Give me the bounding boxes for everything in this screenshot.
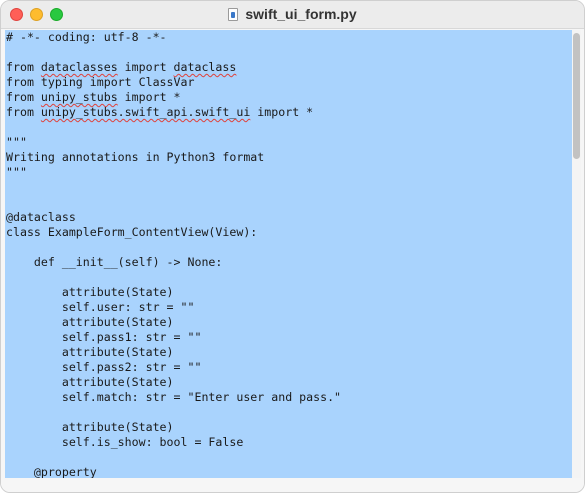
title-bar[interactable]: swift_ui_form.py — [1, 1, 584, 29]
code-line[interactable]: self.is_show: bool = False — [6, 435, 341, 450]
code-line[interactable] — [6, 240, 341, 255]
code-line[interactable]: from dataclasses import dataclass — [6, 60, 341, 75]
code-line[interactable] — [6, 450, 341, 465]
code-line[interactable]: from unipy_stubs.swift_api.swift_ui impo… — [6, 105, 341, 120]
code-token: from — [6, 105, 41, 119]
code-line[interactable]: """ — [6, 135, 341, 150]
spelling-flagged-token: dataclass — [173, 60, 237, 74]
code-token: import * — [250, 105, 314, 119]
editor-window: swift_ui_form.py # -*- coding: utf-8 -*-… — [0, 0, 585, 493]
code-token: import * — [117, 90, 181, 104]
spelling-flagged-token: unipy_stubs — [40, 90, 118, 104]
code-line[interactable]: class ExampleForm_ContentView(View): — [6, 225, 341, 240]
code-line[interactable]: self.pass1: str = "" — [6, 330, 341, 345]
code-line[interactable]: attribute(State) — [6, 420, 341, 435]
code-token: from — [6, 90, 41, 104]
bottom-bar — [1, 478, 584, 492]
code-line[interactable] — [6, 180, 341, 195]
code-line[interactable]: attribute(State) — [6, 285, 341, 300]
code-line[interactable]: Writing annotations in Python3 format — [6, 150, 341, 165]
code-line[interactable]: self.user: str = "" — [6, 300, 341, 315]
spelling-flagged-token: dataclasses — [40, 60, 118, 74]
code-line[interactable]: attribute(State) — [6, 315, 341, 330]
code-line[interactable]: def __init__(self) -> None: — [6, 255, 341, 270]
spelling-flagged-token: unipy_stubs.swift_api.swift_ui — [40, 105, 251, 119]
python-file-icon — [228, 8, 239, 21]
code-token: from — [6, 60, 41, 74]
code-text-area[interactable]: # -*- coding: utf-8 -*- from dataclasses … — [6, 30, 341, 480]
vertical-scrollbar[interactable] — [572, 30, 581, 480]
code-editor[interactable]: # -*- coding: utf-8 -*- from dataclasses … — [5, 30, 573, 480]
code-line[interactable]: attribute(State) — [6, 345, 341, 360]
code-line[interactable] — [6, 270, 341, 285]
window-title-text: swift_ui_form.py — [245, 6, 357, 22]
code-line[interactable]: @dataclass — [6, 210, 341, 225]
code-line[interactable]: self.pass2: str = "" — [6, 360, 341, 375]
window-title: swift_ui_form.py — [1, 6, 584, 22]
code-line[interactable] — [6, 120, 341, 135]
scrollbar-thumb[interactable] — [573, 33, 580, 159]
code-line[interactable]: self.match: str = "Enter user and pass." — [6, 390, 341, 405]
code-line[interactable] — [6, 405, 341, 420]
code-line[interactable]: from unipy_stubs import * — [6, 90, 341, 105]
code-line[interactable]: """ — [6, 165, 341, 180]
code-line[interactable]: from typing import ClassVar — [6, 75, 341, 90]
code-line[interactable] — [6, 45, 341, 60]
code-token: import — [117, 60, 174, 74]
code-line[interactable]: # -*- coding: utf-8 -*- — [6, 30, 341, 45]
code-line[interactable] — [6, 195, 341, 210]
code-line[interactable]: attribute(State) — [6, 375, 341, 390]
